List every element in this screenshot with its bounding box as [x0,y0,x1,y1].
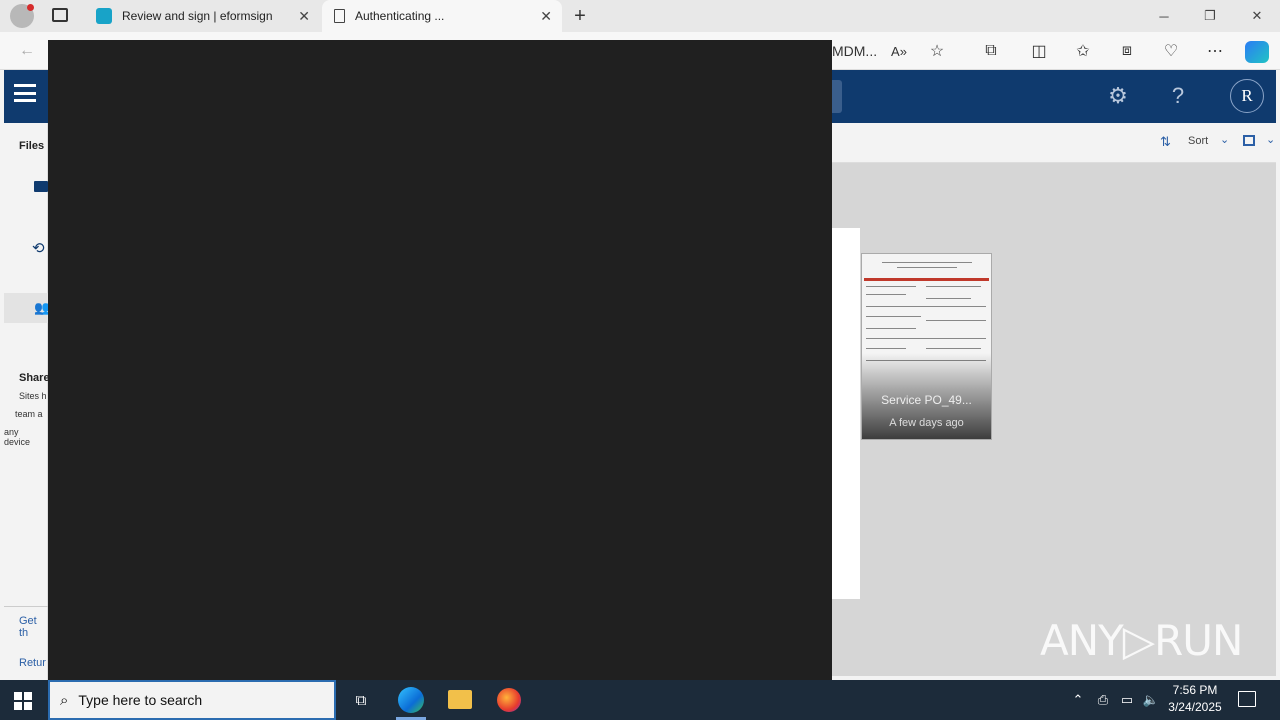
chevron-down-icon[interactable]: ⌄ [1266,133,1275,146]
restore-button[interactable]: ❐ [1187,0,1233,32]
new-tab-button[interactable]: + [568,4,592,28]
back-arrow-icon[interactable]: ← [12,32,42,70]
shared-desc: Sites h [19,391,47,401]
address-text[interactable]: MDM... [832,40,882,62]
tab-label: Authenticating ... [355,9,445,23]
sort-button[interactable]: Sort [1188,135,1208,147]
file-name: Service PO_49... [881,393,972,407]
folder-icon[interactable] [34,181,48,192]
minimize-button[interactable]: ─ [1141,0,1187,32]
tab-actions-icon[interactable] [52,8,68,22]
sidebar-section-title: Files [19,140,45,152]
collections-icon[interactable]: ⧈ [1112,32,1142,70]
return-link[interactable]: Retur [19,657,46,669]
clock-time: 7:56 PM [1172,683,1218,697]
page-icon [334,9,345,23]
tab-eformsign[interactable]: Review and sign | eformsign ✕ [84,0,320,32]
file-explorer-icon[interactable] [448,690,472,709]
edge-taskbar-icon[interactable] [398,687,424,713]
file-date: A few days ago [889,417,964,429]
tab-close-icon[interactable]: ✕ [540,8,552,25]
sort-order-icon[interactable]: ⇅ [1160,134,1171,150]
chevron-up-icon[interactable]: ⌃ [1068,680,1088,720]
profile-icon[interactable] [10,4,34,28]
gear-icon[interactable]: ⚙ [1106,84,1130,108]
firefox-icon[interactable] [497,688,521,712]
clock-date: 3/24/2025 [1168,700,1222,714]
tab-authenticating[interactable]: Authenticating ... ✕ [322,0,562,32]
tab-label: Review and sign | eformsign [122,9,273,23]
task-view-icon[interactable]: ⧉ [346,680,376,720]
user-avatar[interactable]: R [1230,79,1264,113]
tab-close-icon[interactable]: ✕ [298,8,310,25]
divider [4,606,48,607]
eformsign-favicon-icon [96,8,112,24]
white-panel [832,228,860,599]
grid-view-icon[interactable] [1243,135,1255,146]
close-window-button[interactable]: ✕ [1234,0,1280,32]
read-aloud-icon[interactable]: A» [884,32,914,70]
file-card[interactable]: Service PO_49... A few days ago [861,253,992,440]
more-options-icon[interactable]: ⋯ [1200,32,1230,70]
sidebar-item-shared[interactable]: 👥 [4,293,50,323]
get-app-link[interactable]: Get th [19,615,47,639]
authenticating-popup-window[interactable] [48,40,832,680]
notification-center-icon[interactable] [1238,691,1256,707]
search-placeholder: Type here to search [78,692,203,708]
browser-essentials-icon[interactable]: ♡ [1156,32,1186,70]
favorite-star-icon[interactable]: ☆ [922,32,952,70]
network-icon[interactable]: ▭ [1117,680,1137,720]
browser-tab-bar: Review and sign | eformsign ✕ Authentica… [0,0,1280,32]
shared-title: Share [19,372,50,384]
volume-icon[interactable]: 🔈 [1141,680,1161,720]
chevron-down-icon[interactable]: ⌄ [1220,133,1229,146]
left-sidebar: Files ⟲ 👥 Share Sites h team a any devic… [4,123,50,680]
system-clock[interactable]: 7:56 PM 3/24/2025 [1160,682,1230,718]
copilot-icon[interactable] [1245,41,1269,63]
favorites-icon[interactable]: ✩ [1068,32,1098,70]
help-icon[interactable]: ? [1166,84,1190,108]
extensions-icon[interactable]: ⧉ [976,32,1006,70]
windows-start-icon[interactable] [14,692,32,710]
anyrun-watermark: ANY▷RUN [1040,615,1243,665]
meet-now-icon[interactable]: ⎙ [1093,680,1113,720]
history-icon[interactable]: ⟲ [32,239,45,257]
files-toolbar: ⇅ Sort ⌄ ⌄ [832,123,1276,163]
notification-dot-icon [27,4,34,11]
shared-desc: team a [15,409,43,419]
search-icon: ⌕ [60,691,69,709]
shared-desc: any device [4,427,31,447]
taskbar-search[interactable]: ⌕ Type here to search [48,680,336,720]
hamburger-menu-icon[interactable] [14,84,36,102]
split-screen-icon[interactable]: ◫ [1024,32,1054,70]
windows-taskbar: ⌕ Type here to search ⧉ ⌃ ⎙ ▭ 🔈 7:56 PM … [0,680,1280,720]
